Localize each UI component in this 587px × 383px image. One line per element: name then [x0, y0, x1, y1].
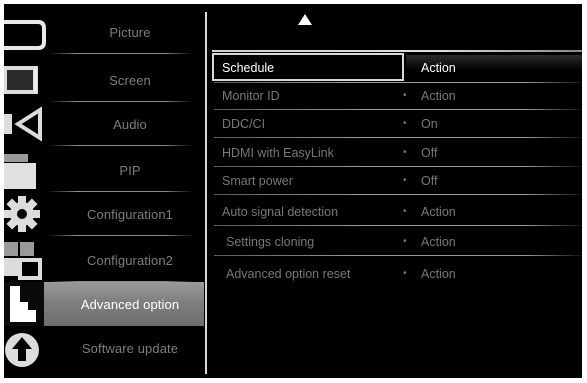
sidebar-item-label: Advanced option — [80, 296, 180, 312]
item-name: Settings cloning — [226, 235, 315, 249]
bullet: • — [403, 236, 407, 247]
settings-list: Schedule Action Monitor ID • Action DDC/… — [208, 4, 582, 378]
advanced-option-icon — [4, 282, 44, 326]
sidebar-item-screen[interactable]: Screen — [4, 58, 204, 102]
separator — [48, 235, 194, 236]
item-value[interactable]: Off — [421, 139, 437, 167]
sidebar-item-label: Configuration1 — [87, 206, 173, 222]
item-name: Smart power — [222, 174, 293, 188]
screen-icon — [4, 66, 38, 94]
item-name: Schedule — [222, 61, 275, 75]
item-value[interactable]: Off — [421, 167, 437, 195]
bullet: • — [403, 118, 407, 129]
speaker-icon — [4, 106, 42, 142]
item-name: HDMI with EasyLink — [222, 146, 334, 160]
sidebar-item-label: Software update — [81, 340, 179, 356]
item-value[interactable]: Action — [421, 54, 456, 82]
sidebar-item-label: Screen — [109, 72, 151, 88]
bullet: • — [403, 206, 407, 217]
separator — [212, 50, 582, 52]
configuration2-icon — [4, 242, 42, 280]
list-item-smart-power[interactable]: Smart power • Off — [208, 167, 582, 195]
item-name: DDC/CI — [222, 117, 266, 131]
sidebar: Picture Screen Audio PIP Configuration1 … — [4, 4, 204, 378]
separator — [214, 137, 582, 138]
separator — [48, 145, 194, 146]
separator — [48, 53, 194, 54]
sidebar-item-picture[interactable]: Picture — [4, 10, 204, 54]
item-value[interactable]: Action — [421, 260, 456, 288]
software-update-icon — [5, 333, 39, 367]
item-name: Monitor ID — [222, 89, 280, 103]
sidebar-item-label: Configuration2 — [87, 252, 173, 268]
gear-icon — [4, 196, 40, 232]
list-item-hdmi-easylink[interactable]: HDMI with EasyLink • Off — [208, 139, 582, 167]
item-value[interactable]: Action — [421, 198, 456, 226]
sidebar-item-pip[interactable]: PIP — [4, 148, 204, 192]
bullet: • — [403, 268, 407, 279]
osd-menu: Picture Screen Audio PIP Configuration1 … — [4, 4, 582, 378]
list-item-auto-signal-detection[interactable]: Auto signal detection • Action — [208, 198, 582, 226]
sidebar-item-advanced-option[interactable]: Advanced option — [4, 282, 204, 326]
item-value[interactable]: Action — [421, 82, 456, 110]
picture-icon — [4, 20, 46, 50]
pip-icon — [4, 154, 36, 189]
separator — [214, 225, 582, 226]
sidebar-item-label: Audio — [113, 116, 147, 132]
list-item-schedule[interactable]: Schedule Action — [208, 50, 582, 83]
list-item-advanced-option-reset[interactable]: Advanced option reset • Action — [208, 260, 582, 288]
list-item-monitor-id[interactable]: Monitor ID • Action — [208, 82, 582, 110]
sidebar-item-configuration2[interactable]: Configuration2 — [4, 238, 204, 282]
vertical-divider — [205, 12, 207, 374]
sidebar-item-label: Picture — [109, 24, 151, 40]
sidebar-item-software-update[interactable]: Software update — [4, 326, 204, 370]
sidebar-item-configuration1[interactable]: Configuration1 — [4, 192, 204, 236]
item-name: Advanced option reset — [226, 267, 351, 281]
bullet: • — [403, 90, 407, 101]
bullet: • — [403, 147, 407, 158]
sidebar-item-label: PIP — [119, 162, 141, 178]
list-item-settings-cloning[interactable]: Settings cloning • Action — [208, 228, 582, 256]
sidebar-item-audio[interactable]: Audio — [4, 102, 204, 146]
item-value[interactable]: Action — [421, 228, 456, 256]
item-name: Auto signal detection — [222, 205, 339, 219]
list-item-ddc-ci[interactable]: DDC/CI • On — [208, 110, 582, 138]
bullet: • — [403, 175, 407, 186]
separator — [214, 255, 582, 256]
separator — [214, 194, 582, 195]
up-arrow-icon[interactable] — [298, 14, 312, 25]
item-value[interactable]: On — [421, 110, 438, 138]
